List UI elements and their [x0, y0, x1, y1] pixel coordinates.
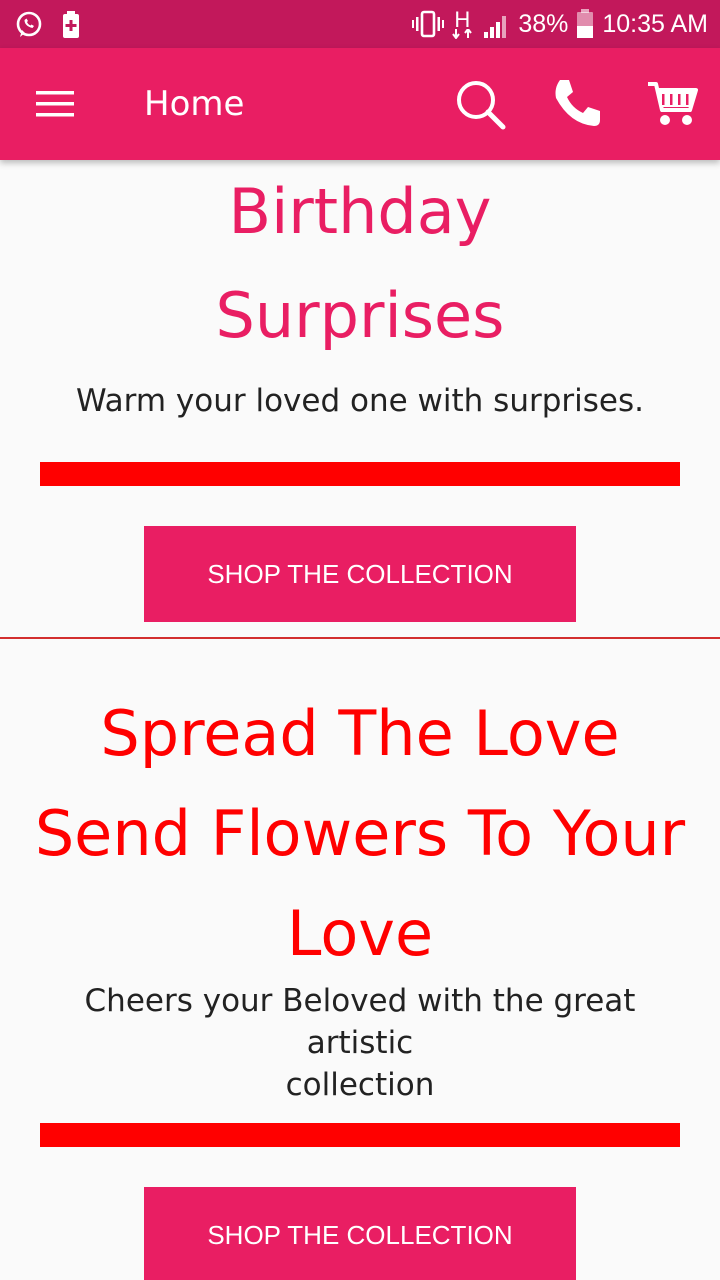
cart-icon [648, 82, 698, 125]
subtitle-line: Cheers your Beloved with the great artis… [84, 983, 636, 1061]
battery-percent: 38% [518, 9, 569, 38]
section-heading: Birthday Surprises [0, 160, 720, 368]
red-divider-bar [40, 1123, 680, 1147]
menu-icon [36, 91, 74, 117]
vibrate-icon [412, 10, 445, 38]
status-bar: H 38% 10:35 AM [0, 0, 720, 48]
shop-collection-button[interactable]: SHOP THE COLLECTION [144, 526, 576, 622]
love-section: Spread The Love Send Flowers To Your Lov… [0, 640, 720, 1280]
search-button[interactable] [452, 76, 508, 132]
clock: 10:35 AM [602, 9, 708, 38]
birthday-section: Birthday Surprises Warm your loved one w… [0, 160, 720, 639]
heading-line: Send Flowers To Your [34, 797, 686, 870]
app-bar: Home [0, 48, 720, 160]
section-subtitle: Cheers your Beloved with the great artis… [40, 980, 680, 1106]
network-h-icon: H [452, 7, 476, 39]
signal-icon [484, 10, 510, 38]
heading-line: Love [286, 897, 434, 970]
red-divider-bar [40, 462, 680, 486]
page-content: Birthday Surprises Warm your loved one w… [0, 160, 720, 1280]
heading-line: Spread The Love [100, 697, 620, 770]
page-title: Home [144, 84, 245, 124]
cart-button[interactable] [644, 76, 700, 132]
menu-button[interactable] [30, 84, 82, 124]
section-heading: Spread The Love Send Flowers To Your Lov… [0, 684, 720, 984]
phone-icon [555, 80, 600, 126]
whatsapp-icon [14, 10, 44, 40]
call-button[interactable] [548, 76, 604, 132]
battery-icon [576, 9, 594, 39]
heading-line: Surprises [215, 279, 505, 352]
section-subtitle: Warm your loved one with surprises. [76, 383, 644, 419]
search-icon [457, 81, 506, 130]
battery-saver-icon [62, 10, 82, 40]
shop-collection-button[interactable]: SHOP THE COLLECTION [144, 1187, 576, 1280]
subtitle-line: collection [285, 1067, 435, 1103]
heading-line: Birthday [228, 175, 492, 248]
section-divider [0, 637, 720, 639]
